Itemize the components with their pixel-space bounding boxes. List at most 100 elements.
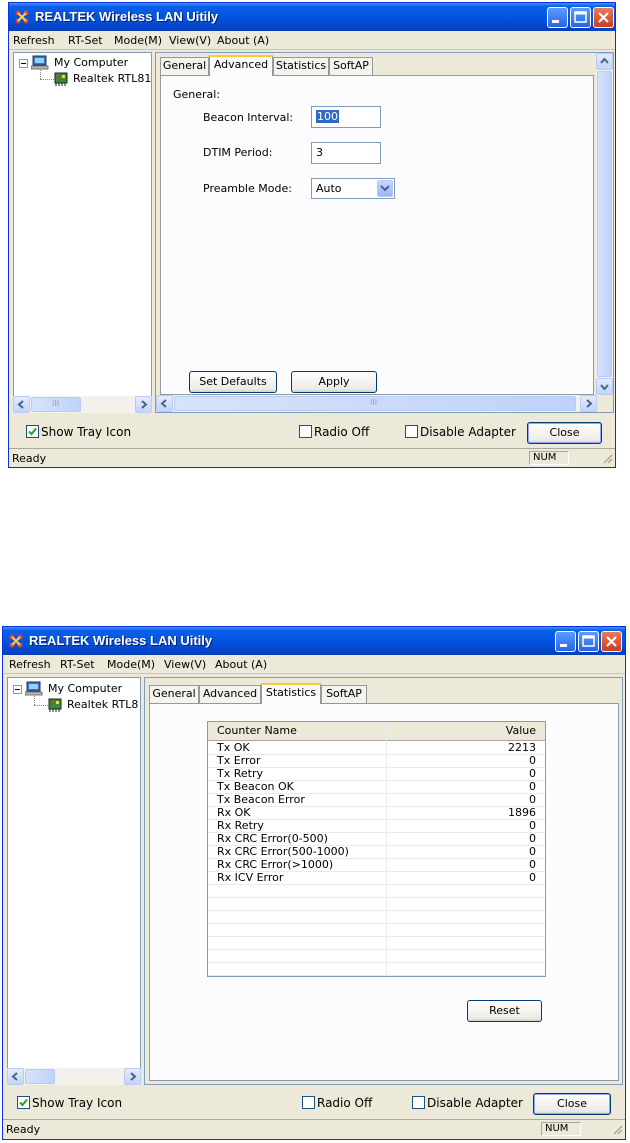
table-row[interactable]: Tx Error 0 [208,754,545,768]
tree-horizontal-scrollbar[interactable]: III [13,396,152,413]
close-button[interactable]: Close [527,422,602,444]
resize-grip-icon[interactable] [601,452,613,464]
table-row[interactable]: Rx Retry 0 [208,819,545,833]
tab-softap[interactable]: SoftAP [321,685,367,703]
device-tree[interactable]: My Computer Realtek RTL8 [7,677,141,1085]
menu-refresh[interactable]: Refresh [9,658,51,671]
menu-view[interactable]: View(V) [164,658,206,671]
table-row[interactable]: Rx OK 1896 [208,806,545,820]
panel-scroll-thumb[interactable] [597,71,612,377]
window-title: REALTEK Wireless LAN Uitily [35,9,219,24]
close-window-button[interactable] [601,631,622,652]
maximize-button[interactable] [570,7,591,28]
tab-strip: General Advanced Statistics SoftAP [149,683,579,704]
table-row[interactable]: Tx OK 2213 [208,741,545,755]
tab-advanced[interactable]: Advanced [209,55,273,76]
tab-general[interactable]: General [149,685,199,703]
column-counter-name[interactable]: Counter Name [217,724,297,737]
table-row[interactable]: Rx CRC Error(500-1000) 0 [208,845,545,859]
counter-value-cell: 0 [529,858,536,871]
empty-table-row[interactable] [208,936,545,950]
tree-adapter-label[interactable]: Realtek RTL81: [73,72,151,85]
empty-table-row[interactable] [208,910,545,924]
scroll-up-button[interactable] [596,53,613,70]
radio-off-checkbox[interactable] [299,425,312,438]
table-row[interactable]: Rx CRC Error(0-500) 0 [208,832,545,846]
menu-about[interactable]: About (A) [215,658,267,671]
apply-button[interactable]: Apply [291,371,377,393]
close-window-button[interactable] [593,7,614,28]
preamble-mode-select[interactable]: Auto [311,178,395,199]
tab-general[interactable]: General [160,57,209,75]
disable-adapter-checkbox[interactable] [412,1096,425,1109]
computer-icon [25,681,43,696]
beacon-interval-field[interactable]: 100 [311,106,381,128]
scroll-right-button[interactable] [580,395,597,412]
resize-grip-icon[interactable] [611,1123,623,1135]
statistics-table[interactable]: Counter Name Value Tx OK 2213 Tx Error 0 Tx … [207,721,546,977]
radio-off-checkbox[interactable] [302,1096,315,1109]
tree-adapter-label[interactable]: Realtek RTL8 [67,698,140,711]
dtim-period-field[interactable]: 3 [311,142,381,164]
menu-mode[interactable]: Mode(M) [114,34,162,47]
show-tray-icon-checkbox[interactable] [17,1096,30,1109]
menu-rt-set[interactable]: RT-Set [60,658,95,671]
tab-advanced[interactable]: Advanced [199,685,261,703]
title-bar[interactable]: REALTEK Wireless LAN Uitily [3,627,625,655]
dropdown-button[interactable] [377,180,393,197]
panel-hscroll-thumb[interactable]: III [174,396,576,411]
scroll-right-button[interactable] [124,1068,141,1085]
minimize-button[interactable] [547,7,568,28]
table-row[interactable]: Rx ICV Error 0 [208,871,545,885]
empty-table-row[interactable] [208,949,545,963]
disable-adapter-label[interactable]: Disable Adapter [420,425,516,439]
tree-scroll-thumb[interactable] [25,1069,55,1084]
device-tree[interactable]: My Computer Realtek RTL81: [13,52,152,413]
tree-root-label[interactable]: My Computer [54,56,128,69]
show-tray-icon-label[interactable]: Show Tray Icon [32,1096,122,1110]
radio-off-label[interactable]: Radio Off [317,1096,372,1110]
scroll-right-button[interactable] [135,396,152,413]
menu-view[interactable]: View(V) [169,34,211,47]
scroll-left-button[interactable] [7,1068,24,1085]
menu-mode[interactable]: Mode(M) [107,658,155,671]
tab-softap[interactable]: SoftAP [329,57,373,75]
close-button[interactable]: Close [533,1093,611,1115]
tree-root-label[interactable]: My Computer [48,682,122,695]
empty-table-row[interactable] [208,923,545,937]
tab-statistics[interactable]: Statistics [273,57,329,75]
menu-rt-set[interactable]: RT-Set [68,34,103,47]
tree-scroll-thumb[interactable]: III [31,397,81,412]
table-row[interactable]: Tx Retry 0 [208,767,545,781]
empty-table-row[interactable] [208,897,545,911]
menu-refresh[interactable]: Refresh [13,34,55,47]
reset-button[interactable]: Reset [467,1000,542,1022]
table-row[interactable]: Tx Beacon OK 0 [208,780,545,794]
show-tray-icon-checkbox[interactable] [26,425,39,438]
tree-collapse-icon[interactable] [13,685,22,694]
empty-table-row[interactable] [208,962,545,976]
maximize-button[interactable] [578,631,599,652]
disable-adapter-checkbox[interactable] [405,425,418,438]
table-row[interactable]: Tx Beacon Error 0 [208,793,545,807]
scroll-left-button[interactable] [13,396,30,413]
scroll-left-button[interactable] [156,395,173,412]
tree-collapse-icon[interactable] [19,59,28,68]
show-tray-icon-label[interactable]: Show Tray Icon [41,425,131,439]
minimize-button[interactable] [555,631,576,652]
title-bar[interactable]: REALTEK Wireless LAN Uitily [9,3,615,31]
empty-table-row[interactable] [208,884,545,898]
set-defaults-button[interactable]: Set Defaults [189,371,277,393]
table-row[interactable]: Rx CRC Error(>1000) 0 [208,858,545,872]
column-value[interactable]: Value [506,724,536,737]
panel-horizontal-scrollbar[interactable]: III [156,395,597,412]
menu-about[interactable]: About (A) [217,34,269,47]
disable-adapter-label[interactable]: Disable Adapter [427,1096,523,1110]
chevron-right-icon [141,400,148,409]
tree-horizontal-scrollbar[interactable] [7,1068,141,1085]
tab-statistics[interactable]: Statistics [261,683,321,704]
panel-vertical-scrollbar[interactable] [596,53,613,395]
scroll-down-button[interactable] [596,378,613,395]
radio-off-label[interactable]: Radio Off [314,425,369,439]
status-num: NUM [541,1122,581,1136]
